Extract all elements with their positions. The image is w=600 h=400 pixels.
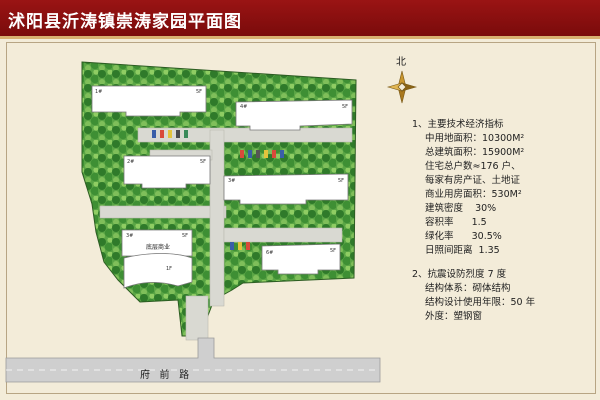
indicator-item: 每家有房产证、土地证 [425, 175, 521, 186]
building-4-floors: 5F [342, 104, 348, 110]
structure-item: 结构设计使用年限：50 年 [425, 297, 536, 308]
structure-item: 结构体系：砌体结构 [425, 283, 511, 294]
building-6-floors: 5F [330, 248, 336, 254]
building-commercial: 3# 5F 底层商业 1F [121, 229, 193, 289]
building-2-floors: 5F [200, 159, 206, 165]
building-commercial-number: 3# [126, 233, 133, 239]
building-commercial-ground-floor: 1F [166, 266, 172, 272]
building-1: 1# 5F [91, 85, 207, 117]
building-commercial-floors: 5F [182, 233, 188, 239]
building-commercial-name: 底层商业 [146, 243, 170, 251]
indicator-item: 建筑密度 30% [425, 203, 497, 214]
seismic-title: 2、抗震设防烈度 7 度 [412, 269, 507, 280]
indicators-title: 1、主要技术经济指标 [412, 119, 504, 130]
structure-item: 外度：塑钢窗 [425, 311, 483, 322]
indicator-item: 绿化率 30.5% [425, 231, 502, 242]
building-1-number: 1# [95, 89, 102, 95]
building-2-number: 2# [127, 159, 134, 165]
building-3: 3# 5F [223, 173, 349, 205]
building-4-number: 4# [240, 104, 247, 110]
indicator-item: 中用地面积：10300M² [425, 133, 525, 144]
road-label: 府 前 路 [140, 368, 189, 381]
building-2: 2# 5F [123, 155, 211, 189]
building-6-number: 6# [266, 250, 273, 256]
building-1-floors: 5F [196, 89, 202, 95]
main-road [5, 337, 381, 383]
building-6: 6# 5F [261, 243, 341, 275]
indicator-item: 日照间距离 1.35 [425, 245, 500, 256]
north-label: 北 [396, 56, 406, 68]
indicator-item: 商业用房面积：530M² [425, 189, 522, 200]
site-plan-page: 沭阳县沂涛镇崇涛家园平面图 1# 5F 4# 5F 2# 5F 3# 5F 3#… [0, 0, 600, 400]
indicator-item: 总建筑面积：15900M² [425, 147, 525, 158]
north-arrow-icon: 北 [386, 56, 418, 104]
building-3-number: 3# [228, 178, 235, 184]
building-3-floors: 5F [338, 178, 344, 184]
indicator-item: 住宅总户数≈176 户、 [425, 161, 521, 172]
technical-indicators: 1、主要技术经济指标 中用地面积：10300M² 总建筑面积：15900M² 住… [412, 118, 535, 324]
indicator-item: 容积率 1.5 [425, 217, 487, 228]
